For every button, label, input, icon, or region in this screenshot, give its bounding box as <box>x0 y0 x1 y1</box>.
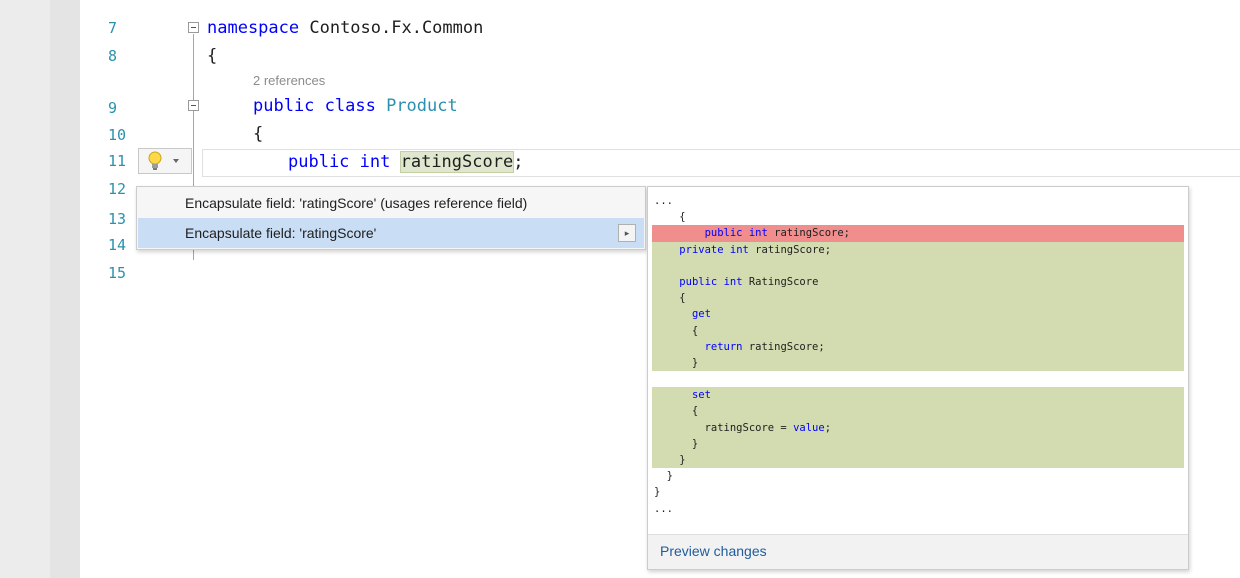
code-line-11[interactable]: public int ratingScore; <box>288 151 524 173</box>
preview-line: { <box>654 211 686 224</box>
keyword: public class <box>253 96 376 116</box>
keyword: public int <box>288 152 391 172</box>
preview-line: } <box>652 354 1184 372</box>
references-codelens[interactable]: 2 references <box>253 73 325 88</box>
identifier: Contoso.Fx.Common <box>299 18 484 38</box>
preview-line: public int RatingScore <box>652 273 1184 291</box>
line-number: 8 <box>108 47 118 65</box>
preview-line: { <box>652 322 1184 339</box>
line-number: 10 <box>108 126 127 144</box>
editor-margin <box>0 0 50 578</box>
preview-line: } <box>654 470 673 483</box>
collapse-icon[interactable] <box>188 22 199 33</box>
editor-gutter <box>50 0 80 578</box>
preview-line: ... <box>654 195 673 207</box>
menu-item-encapsulate-usages[interactable]: Encapsulate field: 'ratingScore' (usages… <box>138 188 644 218</box>
preview-line: public int ratingScore; <box>652 225 1184 242</box>
keyword: namespace <box>207 18 300 38</box>
code-line-7[interactable]: namespace Contoso.Fx.Common <box>207 18 483 38</box>
preview-line: } <box>652 452 1184 469</box>
class-name: Product <box>386 96 458 116</box>
preview-line: ratingScore = value; <box>652 419 1184 436</box>
menu-item-encapsulate-field[interactable]: Encapsulate field: 'ratingScore' ▸ <box>138 218 644 248</box>
field-name[interactable]: ratingScore <box>399 151 515 173</box>
lightbulb-icon <box>148 151 179 170</box>
line-number: 7 <box>108 19 118 37</box>
preview-changes-link[interactable]: Preview changes <box>660 543 767 559</box>
preview-line: return ratingScore; <box>652 338 1184 355</box>
preview-line: ... <box>654 502 673 515</box>
semicolon: ; <box>513 152 524 172</box>
preview-line: set <box>652 387 1184 404</box>
preview-code: ... { public int ratingScore; private in… <box>652 193 1184 517</box>
chevron-down-icon <box>173 159 179 163</box>
code-line-10[interactable]: { <box>253 124 263 144</box>
preview-line: } <box>652 435 1184 452</box>
quick-actions-menu: Encapsulate field: 'ratingScore' (usages… <box>136 186 646 250</box>
menu-item-label: Encapsulate field: 'ratingScore' <box>185 225 377 241</box>
preview-pane: ... { public int ratingScore; private in… <box>647 186 1189 570</box>
preview-line: } <box>654 486 661 499</box>
preview-line <box>652 257 1184 274</box>
line-number: 9 <box>108 99 118 117</box>
menu-item-label: Encapsulate field: 'ratingScore' (usages… <box>185 195 528 211</box>
code-line-9[interactable]: public class Product <box>253 96 458 116</box>
preview-line: { <box>652 290 1184 307</box>
submenu-arrow-icon[interactable]: ▸ <box>618 224 636 242</box>
preview-line: get <box>652 306 1184 323</box>
preview-footer: Preview changes <box>648 534 1188 569</box>
collapse-icon[interactable] <box>188 100 199 111</box>
quick-actions-button[interactable] <box>138 148 192 174</box>
line-number: 15 <box>108 264 127 282</box>
preview-line: private int ratingScore; <box>652 241 1184 258</box>
preview-line <box>652 371 1184 387</box>
code-line-8[interactable]: { <box>207 46 217 66</box>
preview-line: { <box>652 403 1184 420</box>
